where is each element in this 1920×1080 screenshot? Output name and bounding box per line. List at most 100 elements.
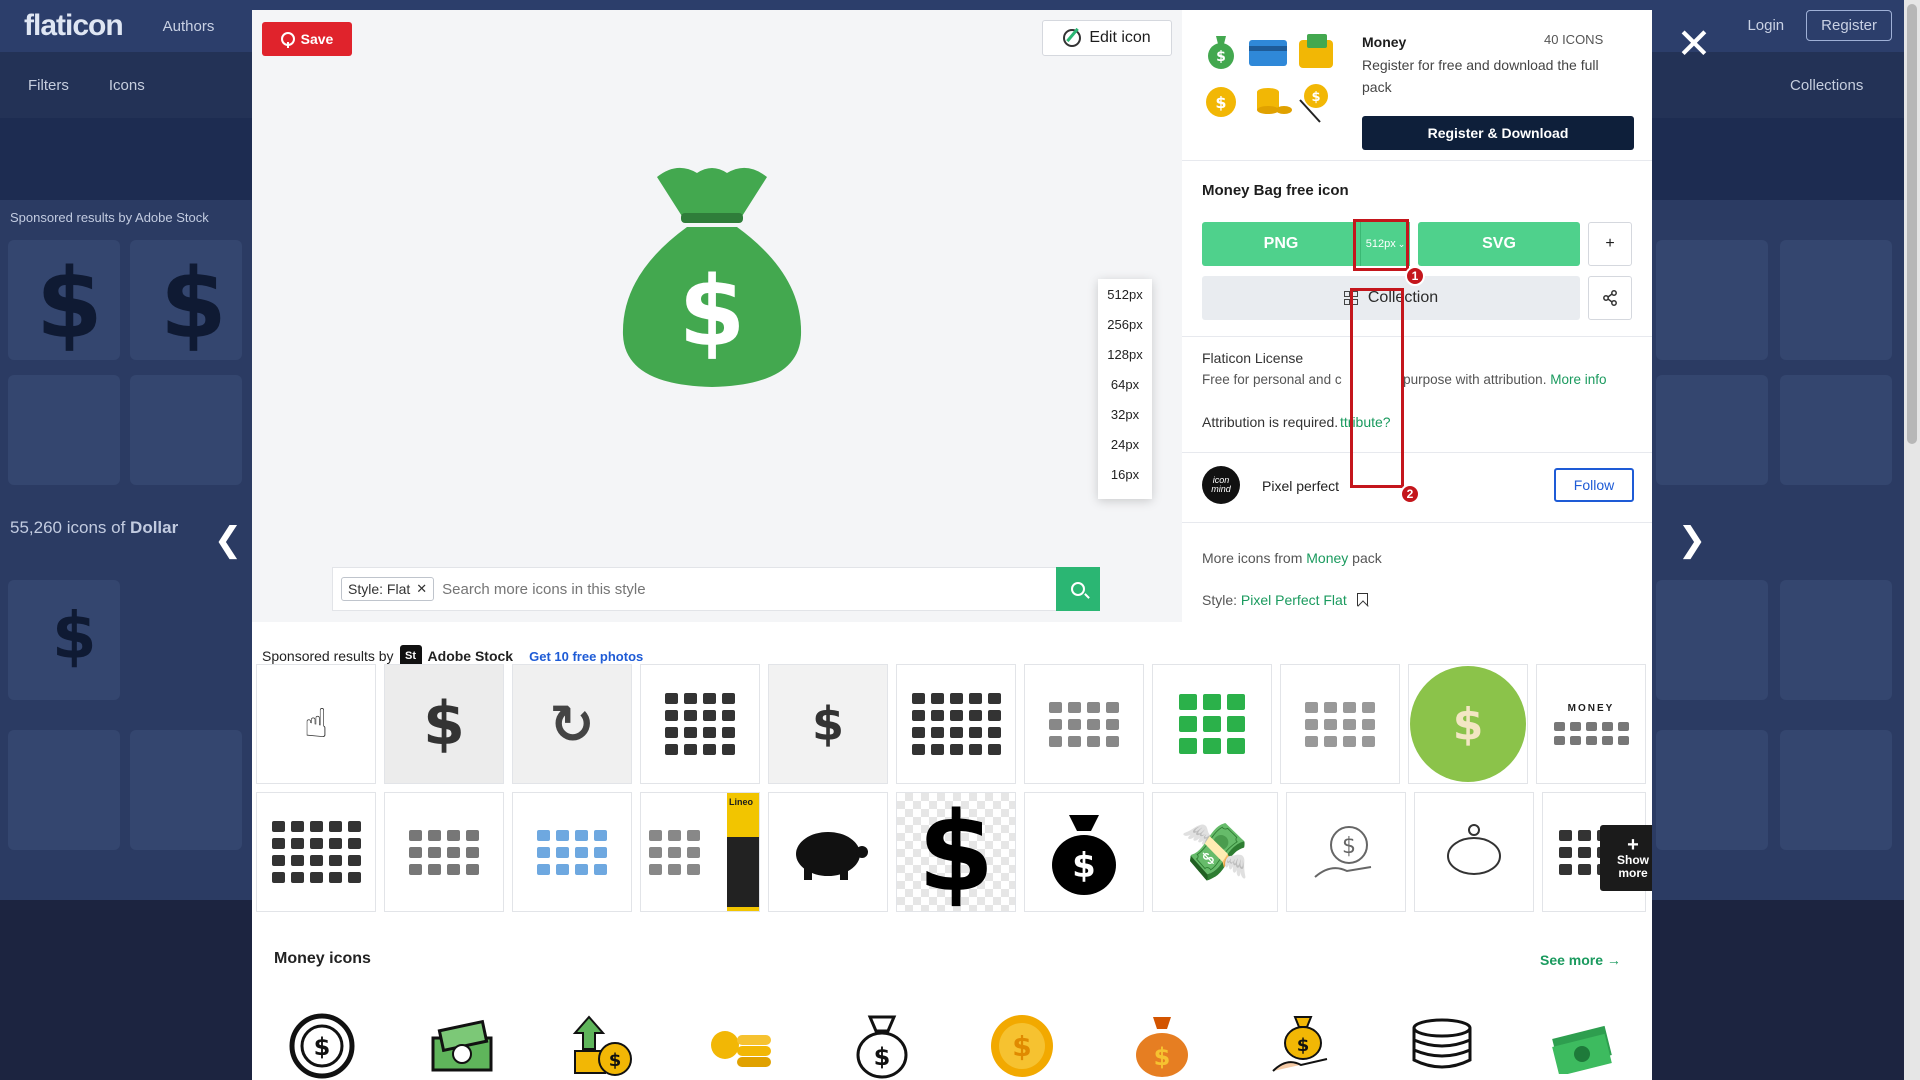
png-download-button[interactable]: PNG	[1202, 222, 1360, 266]
svg-text:$: $	[609, 1050, 622, 1071]
follow-button[interactable]: Follow	[1554, 468, 1634, 502]
background-tile[interactable]	[130, 375, 242, 485]
add-to-collection-plus-button[interactable]: +	[1588, 222, 1632, 266]
background-tile[interactable]	[8, 730, 120, 850]
money-icon-gold-coin[interactable]: $	[986, 1010, 1058, 1080]
more-from-pack-link[interactable]: Money	[1306, 550, 1348, 566]
background-tile[interactable]: $	[130, 240, 242, 360]
money-icon-growth[interactable]: $	[566, 1010, 638, 1080]
author-avatar[interactable]: icon mind	[1202, 466, 1240, 504]
see-more-link[interactable]: See more →	[1540, 952, 1621, 968]
svg-download-button[interactable]: SVG	[1418, 222, 1580, 266]
sponsored-thumb[interactable]	[1024, 664, 1144, 784]
money-icon-cash-stack[interactable]	[1546, 1010, 1618, 1080]
sponsored-thumb[interactable]	[1280, 664, 1400, 784]
background-tile[interactable]	[1656, 730, 1768, 850]
sponsored-thumb[interactable]	[1152, 664, 1272, 784]
next-arrow-icon[interactable]: ❯	[1672, 520, 1712, 560]
show-more-button[interactable]: + Show more	[1600, 825, 1652, 891]
highlight-size-button	[1353, 219, 1409, 271]
money-icon-sack[interactable]: $	[1126, 1010, 1198, 1080]
register-link[interactable]: Register	[1806, 10, 1892, 41]
pack-title[interactable]: Money	[1362, 34, 1406, 50]
size-option-64[interactable]: 64px	[1098, 369, 1152, 399]
style-filter-chip[interactable]: Style: Flat ✕	[341, 577, 435, 601]
style-chip-label: Style: Flat	[348, 581, 411, 597]
bookmark-icon[interactable]	[1356, 593, 1368, 606]
sponsored-thumb[interactable]: $	[768, 664, 888, 784]
size-option-16[interactable]: 16px	[1098, 459, 1152, 489]
icons-type-dropdown[interactable]: Icons	[109, 77, 145, 94]
sponsored-thumb[interactable]: $	[1408, 664, 1528, 784]
background-tile[interactable]	[1780, 730, 1892, 850]
background-tile[interactable]: $	[8, 580, 120, 700]
money-icon-coins[interactable]	[706, 1010, 778, 1080]
style-search-input[interactable]	[442, 580, 1063, 598]
sponsored-thumb[interactable]: MONEY	[1536, 664, 1646, 784]
size-option-32[interactable]: 32px	[1098, 399, 1152, 429]
sponsored-thumb[interactable]: $	[896, 792, 1016, 912]
filters-button[interactable]: Filters	[28, 77, 69, 94]
background-tile[interactable]	[1656, 375, 1768, 485]
chip-remove-icon[interactable]: ✕	[416, 581, 427, 597]
nav-authors[interactable]: Authors	[163, 18, 215, 35]
background-tile[interactable]: $	[8, 240, 120, 360]
money-icon-cash[interactable]	[426, 1010, 498, 1080]
sponsored-thumb[interactable]	[384, 792, 504, 912]
money-icon-dollar-coin[interactable]: $	[286, 1010, 358, 1080]
edit-icon-button[interactable]: Edit icon	[1042, 20, 1172, 56]
size-option-256[interactable]: 256px	[1098, 309, 1152, 339]
cash-stack-icon	[1552, 1025, 1612, 1074]
sponsored-thumb[interactable]: ↻	[512, 664, 632, 784]
style-search-button[interactable]	[1056, 567, 1100, 611]
sponsored-thumb[interactable]: $	[1024, 792, 1144, 912]
sponsored-thumb[interactable]: $	[1286, 792, 1406, 912]
sponsored-thumb[interactable]	[512, 792, 632, 912]
scrollbar-thumb[interactable]	[1907, 4, 1917, 444]
pinterest-save-button[interactable]: Save	[262, 22, 352, 56]
sponsored-thumb[interactable]	[640, 664, 760, 784]
sponsored-thumb[interactable]	[896, 664, 1016, 784]
background-tile[interactable]	[1780, 240, 1892, 360]
author-name[interactable]: Pixel perfect	[1262, 478, 1339, 494]
money-icon-hand-bag[interactable]: $	[1266, 1010, 1338, 1080]
sponsored-thumb[interactable]: 💸	[1152, 792, 1278, 912]
more-info-link[interactable]: More info	[1550, 372, 1606, 387]
register-download-button[interactable]: Register & Download	[1362, 116, 1634, 150]
background-tile[interactable]	[1780, 580, 1892, 700]
sponsored-thumb[interactable]	[256, 792, 376, 912]
money-bag-outline-icon: $	[856, 1015, 908, 1079]
money-icon-bag-outline[interactable]: $	[846, 1010, 918, 1080]
sponsored-thumb[interactable]: Lineo	[640, 792, 760, 912]
page-scrollbar[interactable]	[1904, 0, 1920, 1080]
money-bag-icon: $	[622, 167, 802, 387]
pack-preview-grid[interactable]: $ $ $	[1204, 30, 1334, 130]
size-option-24[interactable]: 24px	[1098, 429, 1152, 459]
sponsored-thumb[interactable]: $	[384, 664, 504, 784]
sponsored-thumb[interactable]	[768, 792, 888, 912]
license-text-a: Free for personal and c	[1202, 372, 1342, 387]
money-icons-title: Money icons	[274, 950, 371, 967]
background-tile[interactable]	[1656, 240, 1768, 360]
prev-arrow-icon[interactable]: ❮	[208, 520, 248, 560]
size-option-128[interactable]: 128px	[1098, 339, 1152, 369]
background-tile[interactable]	[8, 375, 120, 485]
svg-text:$: $	[874, 1043, 891, 1071]
sponsored-thumb[interactable]	[1414, 792, 1534, 912]
sponsored-thumb[interactable]: ☝	[256, 664, 376, 784]
more-from-suffix: pack	[1352, 550, 1382, 566]
size-option-512[interactable]: 512px	[1098, 279, 1152, 309]
free-photos-link[interactable]: Get 10 free photos	[529, 649, 643, 664]
background-tile[interactable]	[1656, 580, 1768, 700]
share-button[interactable]	[1588, 276, 1632, 320]
background-tile[interactable]	[1780, 375, 1892, 485]
collections-button[interactable]: Collections	[1790, 77, 1863, 94]
login-link[interactable]: Login	[1747, 17, 1784, 34]
close-icon[interactable]: ✕	[1676, 22, 1712, 66]
style-name-link[interactable]: Pixel Perfect Flat	[1241, 592, 1347, 608]
save-label: Save	[300, 31, 334, 47]
background-sponsored-text: Sponsored results by	[10, 210, 133, 225]
money-icon-coin-stack[interactable]	[1406, 1010, 1478, 1080]
pack-description: Register for free and download the full …	[1362, 57, 1599, 95]
background-tile[interactable]	[130, 730, 242, 850]
